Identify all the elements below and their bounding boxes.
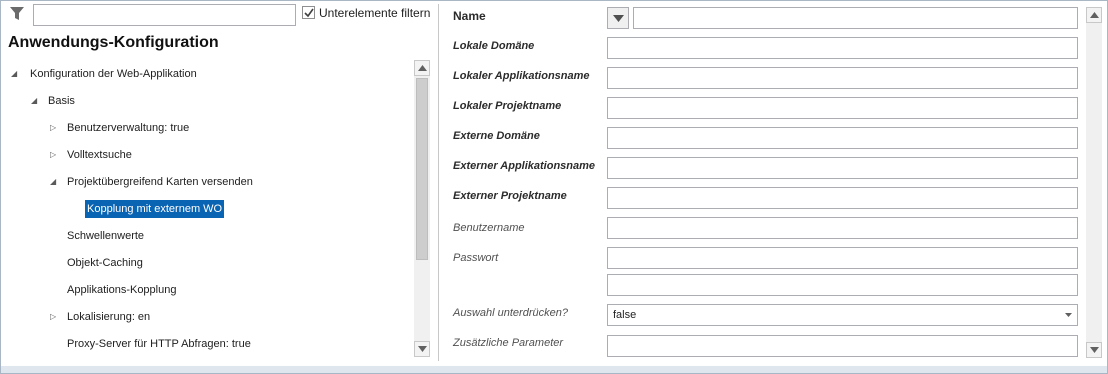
tree-node[interactable]: ▷ Volltextsuche	[0, 146, 412, 164]
form-scrollbar[interactable]	[1086, 7, 1102, 358]
tree-node-label: Proxy-Server für HTTP Abfragen: true	[67, 338, 251, 350]
tree-node-label: Lokalisierung: en	[67, 311, 151, 323]
filter-subelements-checkbox[interactable]	[302, 6, 315, 19]
parameter-input[interactable]	[607, 335, 1078, 357]
filter-input[interactable]	[33, 4, 296, 26]
expand-icon[interactable]: ▷	[50, 119, 60, 137]
tree-node[interactable]: Proxy-Server für HTTP Abfragen: true	[0, 335, 412, 353]
auswahl-value: false	[613, 309, 637, 321]
expand-icon[interactable]: ▷	[50, 146, 60, 164]
field-input[interactable]	[607, 247, 1078, 269]
field-label: Benutzername	[453, 222, 525, 234]
tree-node-label: Basis	[48, 95, 75, 107]
collapse-icon[interactable]: ◢	[11, 65, 21, 83]
tree-node[interactable]: Applikations-Kopplung	[0, 281, 412, 299]
tree-node[interactable]: Objekt-Caching	[0, 254, 412, 272]
scroll-up-button[interactable]	[414, 60, 430, 76]
tree-scrollbar[interactable]	[414, 60, 430, 357]
collapse-icon[interactable]: ◢	[50, 173, 60, 191]
name-input[interactable]	[633, 7, 1078, 29]
field-label: Externe Domäne	[453, 130, 540, 142]
tree-node-label: Projektübergreifend Karten versenden	[67, 176, 253, 188]
filter-subelements-label[interactable]: Unterelemente filtern	[319, 6, 430, 20]
tree-node-label: Konfiguration der Web-Applikation	[30, 68, 197, 80]
chevron-down-icon	[1065, 313, 1072, 317]
auswahl-label: Auswahl unterdrücken?	[453, 307, 568, 319]
field-label: Externer Applikationsname	[453, 160, 596, 172]
field-input[interactable]	[607, 274, 1078, 296]
name-dropdown-button[interactable]	[607, 7, 629, 29]
field-input[interactable]	[607, 127, 1078, 149]
form-scrollbar-track[interactable]	[1086, 23, 1102, 342]
tree-node-label: Volltextsuche	[67, 149, 132, 161]
tree-node-label: Applikations-Kopplung	[67, 284, 177, 296]
field-label: Lokaler Applikationsname	[453, 70, 590, 82]
tree-node[interactable]: Kopplung mit externem WO	[0, 200, 412, 218]
tree-node-label: Benutzerverwaltung: true	[67, 122, 190, 134]
field-label: Externer Projektname	[453, 190, 567, 202]
form-scroll-up-button[interactable]	[1086, 7, 1102, 23]
auswahl-select[interactable]: false	[607, 304, 1078, 326]
tree-node-label: Objekt-Caching	[67, 257, 143, 269]
expand-icon[interactable]: ▷	[50, 308, 60, 326]
field-input[interactable]	[607, 97, 1078, 119]
scroll-down-button[interactable]	[414, 341, 430, 357]
status-strip	[1, 366, 1107, 373]
pane-title: Anwendungs-Konfiguration	[8, 34, 219, 51]
field-label: Lokaler Projektname	[453, 100, 562, 112]
field-input[interactable]	[607, 157, 1078, 179]
tree-node[interactable]: ◢ Basis	[0, 92, 412, 110]
field-label: Lokale Domäne	[453, 40, 535, 52]
pane-splitter[interactable]	[438, 4, 439, 361]
field-input[interactable]	[607, 187, 1078, 209]
tree-node[interactable]: ◢ Konfiguration der Web-Applikation	[0, 65, 412, 83]
tree-node-label: Kopplung mit externem WO	[85, 200, 225, 218]
scrollbar-thumb[interactable]	[416, 78, 428, 260]
tree-node[interactable]: Schwellenwerte	[0, 227, 412, 245]
config-tree: ◢ Konfiguration der Web-Applikation ◢ Basis…	[0, 60, 414, 356]
field-label: Passwort	[453, 252, 499, 264]
field-input[interactable]	[607, 217, 1078, 239]
parameter-label: Zusätzliche Parameter	[453, 337, 564, 349]
tree-node[interactable]: ◢ Projektübergreifend Karten versenden	[0, 173, 412, 191]
collapse-icon[interactable]: ◢	[31, 92, 41, 110]
tree-node-label: Schwellenwerte	[67, 230, 145, 242]
form-scroll-down-button[interactable]	[1086, 342, 1102, 358]
tree-node[interactable]: ▷ Lokalisierung: en	[0, 308, 412, 326]
filter-icon[interactable]	[9, 6, 25, 22]
field-input[interactable]	[607, 67, 1078, 89]
field-input[interactable]	[607, 37, 1078, 59]
name-label: Name	[453, 9, 486, 23]
tree-node[interactable]: ▷ Benutzerverwaltung: true	[0, 119, 412, 137]
